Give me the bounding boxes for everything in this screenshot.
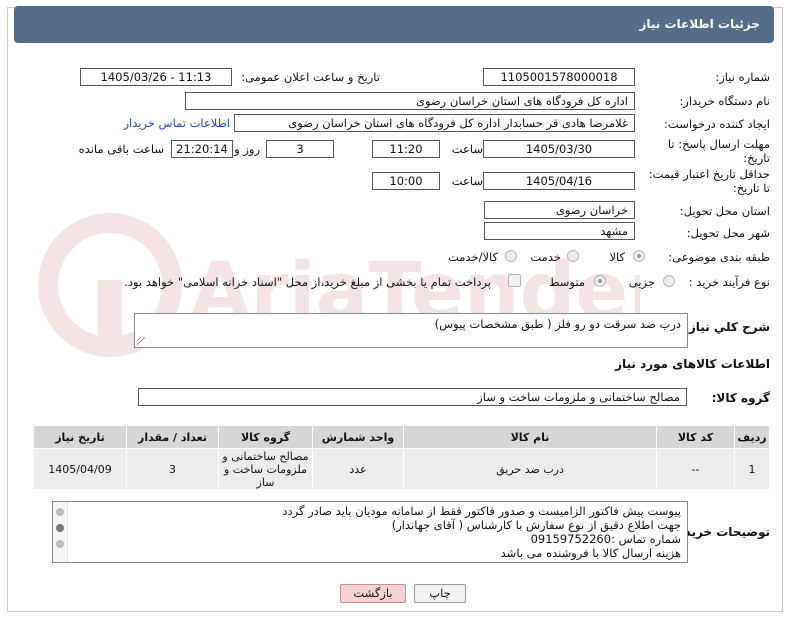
resize-grip-icon[interactable] [137, 337, 145, 345]
province-field: خراسان رضوی [484, 201, 635, 219]
items-table: ردیف کد کالا نام کالا واحد شمارش گروه کا… [33, 425, 770, 490]
price-time-label: ساعت [451, 174, 483, 188]
goods-group-field: مصالح ساختمانی و ملزومات ساخت و ساز [138, 388, 687, 406]
category-radio-service[interactable] [567, 250, 579, 262]
reply-time-label: ساعت [451, 142, 483, 156]
reply-time-field: 11:20 [372, 140, 440, 158]
city-field: مشهد [484, 222, 635, 240]
process-option-minor: جزیی [628, 275, 655, 289]
table-row: 1 -- درب ضد حریق عدد مصالح ساختمانی و مل… [33, 448, 770, 490]
announce-field: 1405/03/26 - 11:13 [80, 68, 232, 86]
buyer-notes-field: پیوست پیش فاکتور الزامیست و صدور فاکتور … [52, 501, 688, 563]
print-button[interactable]: چاپ [414, 584, 466, 603]
goods-group-label: گروه کالا: [711, 391, 770, 405]
buyer-note-line: هزینه ارسال کالا با فروشنده می باشد [500, 546, 681, 560]
general-desc-field: درب ضد سرقت دو رو فلز ( طبق مشخصات پیوس) [134, 313, 688, 348]
price-deadline-label: حداقل تاریخ اعتبار قیمت: تا تاریخ: [648, 167, 770, 195]
category-radio-goods-service[interactable] [505, 250, 517, 262]
price-date-field: 1405/04/16 [483, 172, 635, 190]
scroll-dot-icon [56, 540, 64, 548]
title-bar: جزئیات اطلاعات نیاز [14, 6, 774, 43]
col-header-group: گروه کالا [218, 425, 313, 449]
cell-qty: 3 [126, 448, 219, 490]
buyer-contact-link[interactable]: اطلاعات تماس خریدار [123, 116, 230, 130]
buyer-note-line: جهت اطلاع دقیق از نوع سفارش با کارشناس (… [391, 518, 681, 532]
col-header-code: کد کالا [656, 425, 735, 449]
price-time-field: 10:00 [372, 172, 440, 190]
scroll-dot-icon [56, 508, 64, 516]
category-option-service: خدمت [530, 250, 561, 264]
days-field: 3 [266, 140, 334, 158]
payment-note: پرداخت تمام یا بخشی از مبلغ خرید،از محل … [124, 275, 491, 289]
col-header-qty: تعداد / مقدار [126, 425, 219, 449]
page-title: جزئیات اطلاعات نیاز [639, 17, 760, 31]
col-header-date: تاریخ نیاز [33, 425, 127, 449]
scroll-dot-icon [56, 524, 64, 532]
cell-group: مصالح ساختمانی و ملزومات ساخت و ساز [218, 448, 313, 490]
back-button[interactable]: بازگشت [340, 584, 406, 603]
process-label: نوع فرآیند خرید : [688, 275, 770, 289]
col-header-name: نام کالا [403, 425, 657, 449]
cell-date: 1405/04/09 [33, 448, 127, 490]
announce-label: تاریخ و ساعت اعلان عمومی: [241, 70, 380, 84]
category-option-goods: کالا [609, 250, 625, 264]
province-label: استان محل تحویل: [679, 204, 770, 218]
col-header-row: ردیف [734, 425, 770, 449]
creator-field: غلامرضا هادی قر حسابدار اداره کل فرودگاه… [234, 114, 635, 132]
general-desc-label: شرح کلي نیاز: [684, 320, 770, 334]
buyer-note-line: شماره تماس :09159752260 [530, 532, 681, 546]
days-label: روز و [234, 142, 260, 156]
general-desc-text: درب ضد سرقت دو رو فلز ( طبق مشخصات پیوس) [434, 317, 681, 331]
notes-scrollbar[interactable] [53, 502, 68, 562]
cell-code: -- [656, 448, 735, 490]
category-label: طبقه بندی موضوعی: [668, 250, 770, 264]
reply-deadline-label: مهلت ارسال پاسخ: تا تاریخ: [667, 137, 770, 165]
city-label: شهر محل تحویل: [686, 226, 770, 240]
cell-row-number: 1 [734, 448, 770, 490]
goods-section-title: اطلاعات کالاهای مورد نیاز [615, 357, 770, 371]
col-header-unit: واحد شمارش [312, 425, 404, 449]
items-table-header: ردیف کد کالا نام کالا واحد شمارش گروه کا… [33, 425, 770, 449]
payment-checkbox[interactable] [508, 274, 521, 287]
need-number-label: شماره نیاز: [715, 70, 770, 84]
cell-unit: عدد [312, 448, 404, 490]
category-option-goods-service: کالا/خدمت [447, 250, 498, 264]
buyer-note-line: پیوست پیش فاکتور الزامیست و صدور فاکتور … [282, 504, 681, 518]
need-number-field: 1105001578000018 [483, 68, 635, 86]
remaining-time-field: 21:20:14 [171, 140, 233, 158]
process-option-medium: متوسط [548, 275, 585, 289]
creator-label: ایجاد کننده درخواست: [664, 117, 770, 131]
buyer-org-field: اداره کل فرودگاه های استان خراسان رضوی [185, 92, 635, 110]
process-radio-minor[interactable] [663, 275, 675, 287]
process-radio-medium[interactable] [594, 275, 606, 287]
reply-date-field: 1405/03/30 [483, 140, 635, 158]
cell-name: درب ضد حریق [403, 448, 657, 490]
category-radio-goods[interactable] [633, 250, 645, 262]
remaining-label: ساعت باقی مانده [78, 142, 164, 156]
buyer-org-label: نام دستگاه خریدار: [679, 94, 770, 108]
